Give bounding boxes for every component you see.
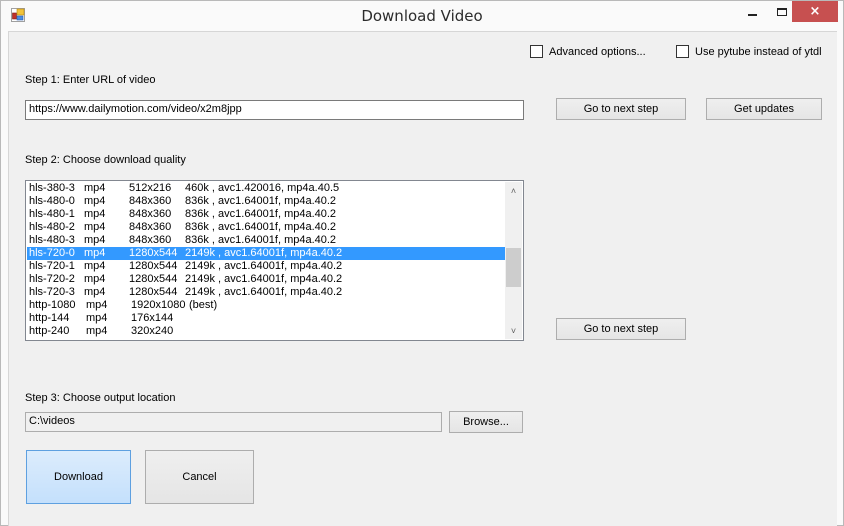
step1-label: Step 1: Enter URL of video	[25, 74, 156, 86]
format-id: http-1080	[29, 299, 76, 311]
format-resolution: 1280x544	[129, 247, 178, 259]
format-ext: mp4	[86, 325, 108, 337]
format-resolution: 1920x1080	[131, 299, 186, 311]
format-note: 836k , avc1.64001f, mp4a.40.2	[185, 208, 337, 220]
format-note: 2149k , avc1.64001f, mp4a.40.2	[185, 260, 343, 272]
browse-button[interactable]: Browse...	[449, 411, 523, 433]
scrollbar-thumb[interactable]	[506, 248, 521, 287]
chevron-down-icon: ˅	[510, 325, 517, 336]
format-ext: mp4	[84, 234, 106, 246]
maximize-icon	[777, 7, 787, 16]
format-id: hls-480-3	[29, 234, 75, 246]
format-ext: mp4	[86, 299, 108, 311]
quality-list-item[interactable]: hls-480-2 mp4 848x360 836k , avc1.64001f, m…	[27, 221, 506, 234]
format-id: http-144	[29, 312, 70, 324]
format-resolution: 512x216	[129, 182, 172, 194]
chevron-up-icon: ˄	[510, 185, 517, 196]
advanced-options-checkbox-box[interactable]	[530, 45, 543, 58]
format-note: 836k , avc1.64001f, mp4a.40.2	[185, 195, 337, 207]
window-title: Download Video	[361, 7, 483, 25]
format-resolution: 848x360	[129, 221, 172, 233]
use-pytube-checkbox-box[interactable]	[676, 45, 689, 58]
step2-label: Step 2: Choose download quality	[25, 154, 186, 166]
quality-list-item[interactable]: hls-380-3 mp4 512x216 460k , avc1.420016, m…	[27, 182, 506, 195]
format-id: hls-720-3	[29, 286, 75, 298]
format-resolution: 1280x544	[129, 273, 178, 285]
quality-list-item[interactable]: hls-720-0 mp4 1280x544 2149k , avc1.64001f,…	[27, 247, 506, 260]
step1-next-step-button[interactable]: Go to next step	[556, 98, 686, 120]
scroll-up-button[interactable]: ˄	[505, 182, 522, 199]
format-note: 836k , avc1.64001f, mp4a.40.2	[185, 234, 337, 246]
format-id: hls-720-2	[29, 273, 75, 285]
format-id: hls-720-1	[29, 260, 75, 272]
format-ext: mp4	[84, 286, 106, 298]
format-ext: mp4	[84, 182, 106, 194]
step2-next-step-button[interactable]: Go to next step	[556, 318, 686, 340]
advanced-options-label: Advanced options...	[549, 45, 646, 58]
quality-list-scrollbar[interactable]: ˄ ˅	[505, 182, 522, 339]
format-ext: mp4	[84, 273, 106, 285]
quality-list-item[interactable]: hls-480-3 mp4 848x360 836k , avc1.64001f, m…	[27, 234, 506, 247]
use-pytube-label: Use pytube instead of ytdl	[695, 45, 822, 58]
format-resolution: 848x360	[129, 234, 172, 246]
format-resolution: 1280x544	[129, 286, 178, 298]
format-note: (best)	[189, 299, 218, 311]
close-icon: ×	[809, 4, 821, 19]
quality-list-item[interactable]: http-1080 mp4 1920x1080 (best)	[27, 299, 506, 312]
minimize-icon	[747, 14, 757, 16]
format-note: 2149k , avc1.64001f, mp4a.40.2	[185, 273, 343, 285]
get-updates-button[interactable]: Get updates	[706, 98, 822, 120]
format-ext: mp4	[84, 221, 106, 233]
format-resolution: 1280x544	[129, 260, 178, 272]
quality-list-item[interactable]: http-144 mp4 176x144	[27, 312, 506, 325]
advanced-options-checkbox[interactable]: Advanced options...	[530, 45, 646, 58]
format-resolution: 848x360	[129, 195, 172, 207]
quality-list-item[interactable]: http-240 mp4 320x240	[27, 325, 506, 338]
format-ext: mp4	[84, 247, 106, 259]
format-note: 2149k , avc1.64001f, mp4a.40.2	[185, 247, 343, 259]
format-id: hls-720-0	[29, 247, 75, 259]
step3-label: Step 3: Choose output location	[25, 392, 176, 404]
cancel-button[interactable]: Cancel	[145, 450, 254, 504]
close-button[interactable]: ×	[792, 1, 838, 22]
quality-list-rows: hls-380-3 mp4 512x216 460k , avc1.420016, m…	[27, 182, 506, 338]
format-id: hls-480-1	[29, 208, 75, 220]
format-note: 2149k , avc1.64001f, mp4a.40.2	[185, 286, 343, 298]
format-resolution: 176x144	[131, 312, 174, 324]
download-video-window: Download Video × Advanced options... Use…	[0, 0, 844, 526]
format-resolution: 320x240	[131, 325, 174, 337]
scroll-down-button[interactable]: ˅	[505, 322, 522, 339]
format-id: hls-480-0	[29, 195, 75, 207]
title-bar[interactable]: Download Video ×	[1, 1, 843, 31]
format-ext: mp4	[84, 260, 106, 272]
quality-list-item[interactable]: hls-720-1 mp4 1280x544 2149k , avc1.64001f,…	[27, 260, 506, 273]
format-id: hls-380-3	[29, 182, 75, 194]
use-pytube-checkbox[interactable]: Use pytube instead of ytdl	[676, 45, 822, 58]
format-id: http-240	[29, 325, 70, 337]
minimize-button[interactable]	[735, 1, 769, 22]
quality-listbox[interactable]: hls-380-3 mp4 512x216 460k , avc1.420016, m…	[25, 180, 524, 341]
output-path-input[interactable]: C:\videos	[25, 412, 442, 432]
quality-list-item[interactable]: hls-720-2 mp4 1280x544 2149k , avc1.64001f,…	[27, 273, 506, 286]
format-id: hls-480-2	[29, 221, 75, 233]
quality-list-item[interactable]: hls-480-0 mp4 848x360 836k , avc1.64001f, m…	[27, 195, 506, 208]
client-area: Advanced options... Use pytube instead o…	[8, 31, 837, 526]
quality-list-item[interactable]: hls-720-3 mp4 1280x544 2149k , avc1.64001f,…	[27, 286, 506, 299]
format-note: 836k , avc1.64001f, mp4a.40.2	[185, 221, 337, 233]
quality-list-item[interactable]: hls-480-1 mp4 848x360 836k , avc1.64001f, m…	[27, 208, 506, 221]
format-ext: mp4	[84, 208, 106, 220]
format-resolution: 848x360	[129, 208, 172, 220]
format-ext: mp4	[84, 195, 106, 207]
url-input[interactable]: https://www.dailymotion.com/video/x2m8jp…	[25, 100, 524, 120]
format-note: 460k , avc1.420016, mp4a.40.5	[185, 182, 340, 194]
download-button[interactable]: Download	[26, 450, 131, 504]
format-ext: mp4	[86, 312, 108, 324]
